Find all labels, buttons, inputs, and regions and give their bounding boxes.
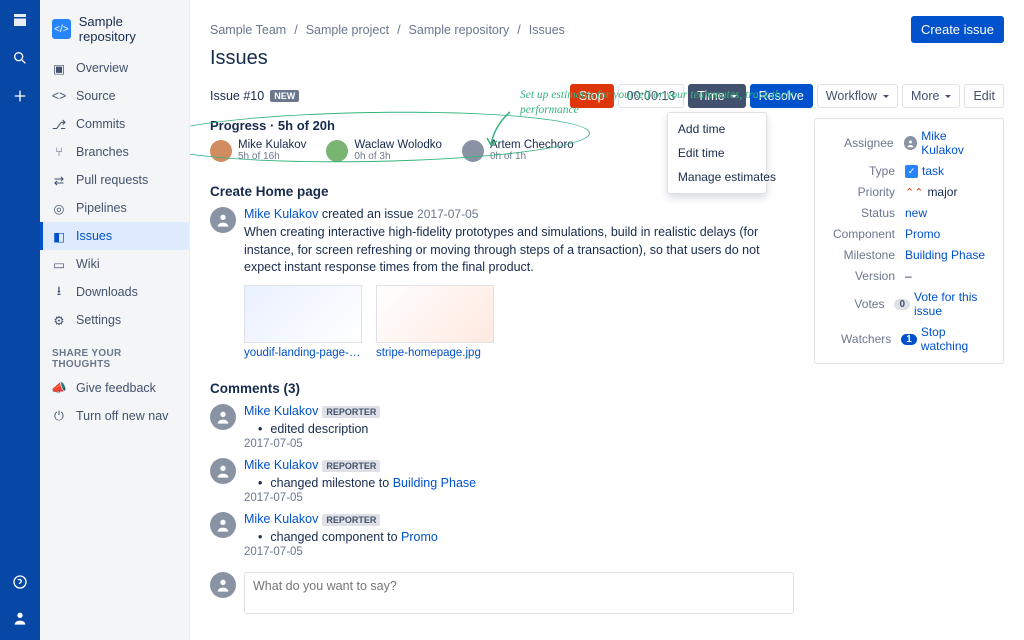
workflow-dropdown[interactable]: Workflow — [817, 84, 898, 108]
comment: Mike KulakovREPORTER changed component t… — [210, 512, 794, 558]
avatar — [210, 572, 236, 598]
watch-link[interactable]: 1Stop watching — [901, 325, 991, 353]
settings-icon: ⚙ — [52, 313, 66, 327]
component-link[interactable]: Promo — [905, 227, 940, 241]
assignee-progress: Mike Kulakov5h of 16h — [210, 139, 306, 162]
sidebar-item-branches[interactable]: ⑂Branches — [40, 138, 189, 166]
repo-name: Sample repository — [79, 14, 177, 44]
task-icon: ✓ — [905, 165, 918, 178]
commits-icon: ⎇ — [52, 117, 66, 131]
attachment[interactable]: stripe-homepage.jpg — [376, 285, 494, 359]
time-menu: Add time Edit time Manage estimates — [667, 112, 767, 194]
sidebar-item-wiki[interactable]: ▭Wiki — [40, 250, 189, 278]
issues-icon: ◧ — [52, 229, 66, 243]
branches-icon: ⑂ — [52, 145, 66, 159]
priority-value[interactable]: ⌃⌃major — [905, 185, 957, 199]
author-link[interactable]: Mike Kulakov — [244, 207, 318, 221]
megaphone-icon: 📣 — [52, 381, 66, 395]
edit-button[interactable]: Edit — [964, 84, 1004, 108]
attachment[interactable]: youdif-landing-page-ale... — [244, 285, 362, 359]
sidebar-item-commits[interactable]: ⎇Commits — [40, 110, 189, 138]
crumb-repo[interactable]: Sample repository — [409, 23, 510, 37]
avatar — [210, 140, 232, 162]
avatar — [462, 140, 484, 162]
global-nav — [0, 0, 40, 640]
comments-heading: Comments (3) — [210, 381, 794, 396]
profile-icon[interactable] — [10, 608, 30, 628]
help-icon[interactable] — [10, 572, 30, 592]
attachment-thumbnail — [244, 285, 362, 343]
user-icon — [904, 136, 918, 150]
comment-composer — [210, 572, 794, 614]
repo-sidebar: </> Sample repository ▣Overview <>Source… — [40, 0, 190, 640]
type-link[interactable]: ✓task — [905, 164, 944, 178]
repo-icon: </> — [52, 19, 71, 39]
issue-description: When creating interactive high-fidelity … — [244, 224, 794, 277]
sidebar-item-turnoff[interactable]: ⏻Turn off new nav — [40, 402, 189, 430]
author-link[interactable]: Mike Kulakov — [244, 512, 318, 526]
avatar — [326, 140, 348, 162]
crumb-project[interactable]: Sample project — [306, 23, 389, 37]
comment-input[interactable] — [244, 572, 794, 614]
annotation-arrow-icon — [485, 110, 515, 150]
priority-icon: ⌃⌃ — [905, 186, 923, 199]
sidebar-item-source[interactable]: <>Source — [40, 82, 189, 110]
crumb-issues[interactable]: Issues — [529, 23, 565, 37]
milestone-link[interactable]: Building Phase — [905, 248, 985, 262]
issue-created-activity: Mike Kulakov created an issue 2017-07-05… — [210, 207, 794, 359]
downloads-icon: ⭳ — [52, 285, 66, 299]
sidebar-item-downloads[interactable]: ⭳Downloads — [40, 278, 189, 306]
crumb-team[interactable]: Sample Team — [210, 23, 286, 37]
issue-meta-panel: AssigneeMike Kulakov Type✓task Priority⌃… — [814, 118, 1004, 364]
sidebar-item-feedback[interactable]: 📣Give feedback — [40, 374, 189, 402]
author-link[interactable]: Mike Kulakov — [244, 404, 318, 418]
comment: Mike KulakovREPORTER changed milestone t… — [210, 458, 794, 504]
component-link[interactable]: Promo — [401, 530, 438, 544]
sidebar-item-overview[interactable]: ▣Overview — [40, 54, 189, 82]
assignee-progress: Artem Chechoro0h of 1h — [462, 139, 574, 162]
more-dropdown[interactable]: More — [902, 84, 960, 108]
sidebar-item-pullrequests[interactable]: ⇄Pull requests — [40, 166, 189, 194]
repo-header[interactable]: </> Sample repository — [40, 8, 189, 54]
assignee-progress: Waclaw Wolodko0h of 3h — [326, 139, 442, 162]
power-icon: ⏻ — [52, 409, 66, 423]
sidebar-item-issues[interactable]: ◧Issues — [40, 222, 189, 250]
version-value: – — [905, 269, 912, 283]
sidebar-item-settings[interactable]: ⚙Settings — [40, 306, 189, 334]
avatar — [210, 512, 236, 538]
avatar — [210, 458, 236, 484]
avatar — [210, 207, 236, 233]
search-icon[interactable] — [10, 48, 30, 68]
attachment-thumbnail — [376, 285, 494, 343]
status-value[interactable]: new — [905, 206, 927, 220]
pipelines-icon: ◎ — [52, 201, 66, 215]
overview-icon: ▣ — [52, 61, 66, 75]
time-menu-add[interactable]: Add time — [668, 117, 766, 141]
assignee-link[interactable]: Mike Kulakov — [904, 129, 991, 157]
time-menu-manage[interactable]: Manage estimates — [668, 165, 766, 189]
source-icon: <> — [52, 89, 66, 103]
comment: Mike KulakovREPORTER edited description … — [210, 404, 794, 450]
author-link[interactable]: Mike Kulakov — [244, 458, 318, 472]
wiki-icon: ▭ — [52, 257, 66, 271]
create-issue-button[interactable]: Create issue — [911, 16, 1004, 43]
page-title: Issues — [210, 47, 1004, 70]
sidebar-item-pipelines[interactable]: ◎Pipelines — [40, 194, 189, 222]
vote-link[interactable]: 0Vote for this issue — [894, 290, 991, 318]
avatar — [210, 404, 236, 430]
main-content: Sample Team/ Sample project/ Sample repo… — [190, 0, 1024, 640]
time-menu-edit[interactable]: Edit time — [668, 141, 766, 165]
share-label: SHARE YOUR THOUGHTS — [40, 334, 189, 374]
new-badge: NEW — [270, 90, 299, 102]
breadcrumb: Sample Team/ Sample project/ Sample repo… — [210, 23, 565, 37]
milestone-link[interactable]: Building Phase — [393, 476, 476, 490]
issue-number: Issue #10 — [210, 89, 264, 103]
product-logo-icon[interactable] — [10, 10, 30, 30]
create-icon[interactable] — [10, 86, 30, 106]
pr-icon: ⇄ — [52, 173, 66, 187]
